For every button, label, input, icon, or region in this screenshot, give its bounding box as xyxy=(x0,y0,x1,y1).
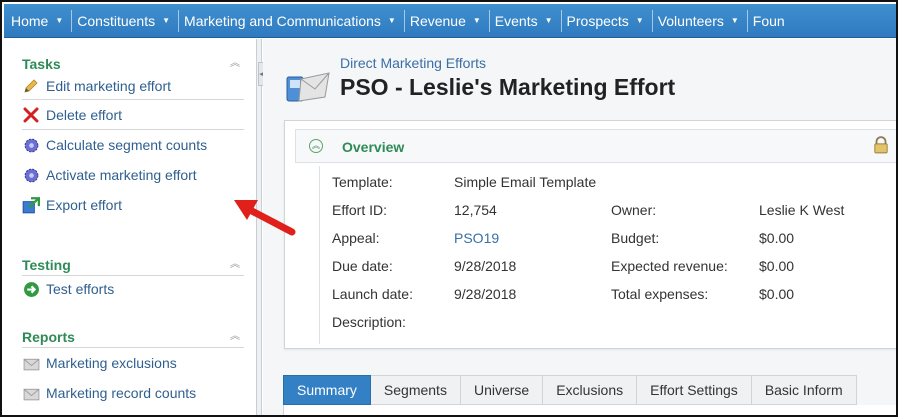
budget-label: Budget: xyxy=(611,230,660,246)
gear-icon xyxy=(22,136,40,154)
due-date-value: 9/28/2018 xyxy=(454,258,517,274)
sidebar-item-test-efforts[interactable]: Test efforts xyxy=(22,276,244,302)
marketing-effort-icon xyxy=(285,67,331,103)
sidebar-item-calculate-counts[interactable]: Calculate segment counts xyxy=(22,130,244,160)
nav-item-volunteers[interactable]: Volunteers ▼ xyxy=(653,9,748,32)
sidebar-item-label: Activate marketing effort xyxy=(46,167,197,183)
launch-date-label: Launch date: xyxy=(332,286,413,302)
template-value: Simple Email Template xyxy=(454,174,597,190)
tab-bar: Summary Segments Universe Exclusions Eff… xyxy=(283,375,857,405)
effort-id-value: 12,754 xyxy=(454,202,497,218)
sidebar-item-label: Test efforts xyxy=(46,281,115,297)
tab-summary[interactable]: Summary xyxy=(283,375,371,405)
sidebar-item-marketing-exclusions[interactable]: Marketing exclusions xyxy=(22,348,244,378)
nav-item-label: Foun xyxy=(752,12,785,29)
due-date-label: Due date: xyxy=(332,258,393,274)
tab-segments[interactable]: Segments xyxy=(370,375,461,405)
nav-item-label: Marketing and Communications xyxy=(184,12,381,29)
effort-id-label: Effort ID: xyxy=(332,202,387,218)
overview-header: ︽ Overview xyxy=(295,129,896,163)
sidebar: Tasks ︽ Edit marketing effort Delete eff… xyxy=(4,39,257,415)
chevron-down-icon: ▼ xyxy=(544,16,553,25)
tab-content xyxy=(283,405,896,415)
tasks-section: Tasks ︽ Edit marketing effort Delete eff… xyxy=(22,55,244,220)
sidebar-item-record-counts[interactable]: Marketing record counts xyxy=(22,378,244,408)
nav-item-home[interactable]: Home ▼ xyxy=(11,9,73,32)
template-label: Template: xyxy=(332,174,393,190)
appeal-label: Appeal: xyxy=(332,230,380,246)
collapse-icon[interactable]: ︽ xyxy=(230,259,240,270)
sidebar-item-edit-effort[interactable]: Edit marketing effort xyxy=(22,73,244,99)
collapse-icon[interactable]: ︽ xyxy=(230,331,240,342)
chevron-down-icon: ▼ xyxy=(472,16,481,25)
section-title: Testing xyxy=(22,256,71,273)
envelope-icon xyxy=(22,384,40,402)
description-label: Description: xyxy=(332,314,406,330)
pencil-icon xyxy=(22,77,40,95)
chevron-down-icon: ▼ xyxy=(730,16,739,25)
reports-section: Reports ︽ Marketing exclusions Marketing… xyxy=(22,326,244,408)
owner-value: Leslie K West xyxy=(759,202,845,218)
nav-item-foundations[interactable]: Foun xyxy=(748,10,793,32)
sidebar-item-activate-effort[interactable]: Activate marketing effort xyxy=(22,160,244,190)
nav-item-constituents[interactable]: Constituents ▼ xyxy=(72,9,180,32)
sidebar-item-label: Delete effort xyxy=(46,106,123,123)
tab-exclusions[interactable]: Exclusions xyxy=(543,375,638,405)
tab-effort-settings[interactable]: Effort Settings xyxy=(637,375,752,405)
nav-item-label: Prospects xyxy=(566,12,629,29)
sidebar-item-label: Edit marketing effort xyxy=(46,78,172,94)
sidebar-item-label: Marketing exclusions xyxy=(46,355,177,371)
app-window: Home ▼ Constituents ▼ Marketing and Commun… xyxy=(0,0,898,417)
envelope-icon xyxy=(22,354,40,372)
nav-item-label: Home xyxy=(11,12,49,29)
total-expenses-label: Total expenses: xyxy=(611,286,709,302)
owner-label: Owner: xyxy=(611,202,657,218)
delete-x-icon xyxy=(22,106,40,124)
gear-icon xyxy=(22,166,40,184)
panel-title: Overview xyxy=(342,139,405,155)
chevron-down-icon: ▼ xyxy=(162,16,171,25)
annotation-arrow-icon xyxy=(234,200,296,236)
sidebar-item-delete-effort[interactable]: Delete effort xyxy=(22,99,244,130)
chevron-down-icon: ▼ xyxy=(55,16,64,25)
sidebar-item-export-effort[interactable]: Export effort xyxy=(22,190,244,220)
sidebar-item-label: Marketing record counts xyxy=(46,385,197,401)
sidebar-item-label: Calculate segment counts xyxy=(46,137,208,153)
nav-item-prospects[interactable]: Prospects ▼ xyxy=(562,9,653,32)
tasks-header[interactable]: Tasks ︽ xyxy=(22,55,244,73)
nav-item-marketing[interactable]: Marketing and Communications ▼ xyxy=(179,9,405,32)
nav-item-label: Constituents xyxy=(77,12,156,29)
green-arrow-icon xyxy=(22,280,40,298)
testing-header[interactable]: Testing ︽ xyxy=(22,254,244,276)
nav-item-label: Revenue xyxy=(409,12,466,29)
nav-item-revenue[interactable]: Revenue ▼ xyxy=(405,9,490,32)
section-title: Reports xyxy=(22,328,75,345)
budget-value: $0.00 xyxy=(759,230,795,246)
nav-item-events[interactable]: Events ▼ xyxy=(490,9,562,32)
collapse-panel-icon[interactable]: ︽ xyxy=(309,139,323,153)
reports-header[interactable]: Reports ︽ xyxy=(22,326,244,348)
section-title: Tasks xyxy=(22,56,61,72)
overview-panel: ︽ Overview Template: Simple Email Templa… xyxy=(284,120,896,349)
collapse-icon[interactable]: ︽ xyxy=(230,59,240,69)
total-expenses-value: $0.00 xyxy=(759,286,795,302)
tab-basic-information[interactable]: Basic Inform xyxy=(751,375,857,405)
expected-revenue-label: Expected revenue: xyxy=(611,258,728,274)
main-content: Direct Marketing Efforts PSO - Leslie's … xyxy=(263,39,896,415)
expected-revenue-value: $0.00 xyxy=(759,258,795,274)
chevron-down-icon: ▼ xyxy=(387,16,396,25)
tab-universe[interactable]: Universe xyxy=(460,375,544,405)
launch-date-value: 9/28/2018 xyxy=(454,286,517,302)
testing-section: Testing ︽ Test efforts xyxy=(22,254,244,302)
nav-item-label: Events xyxy=(494,12,538,29)
page-title: PSO - Leslie's Marketing Effort xyxy=(340,74,676,100)
lock-icon[interactable] xyxy=(872,136,890,154)
chevron-down-icon: ▼ xyxy=(635,16,644,25)
top-nav-bar: Home ▼ Constituents ▼ Marketing and Commun… xyxy=(4,4,896,38)
export-icon xyxy=(22,196,40,214)
appeal-link[interactable]: PSO19 xyxy=(454,230,499,246)
sidebar-item-label: Export effort xyxy=(46,197,123,213)
nav-item-label: Volunteers xyxy=(657,12,724,29)
breadcrumb[interactable]: Direct Marketing Efforts xyxy=(340,55,486,71)
